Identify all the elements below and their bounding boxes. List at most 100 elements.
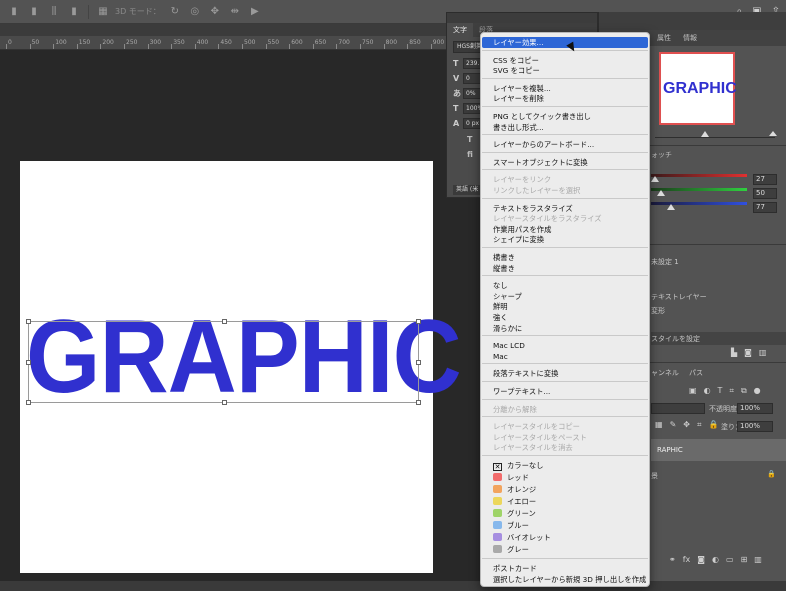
transform-handle-top-right[interactable] bbox=[416, 319, 421, 324]
lock-position-icon[interactable]: ✥ bbox=[683, 420, 690, 430]
menu-item[interactable]: ワープテキスト... bbox=[493, 386, 550, 397]
menu-item[interactable]: SVG をコピー bbox=[493, 65, 540, 76]
menu-item[interactable]: グレー bbox=[493, 544, 529, 555]
lock-pixels-icon[interactable]: ▦ bbox=[655, 420, 663, 430]
camera-icon[interactable]: ◙ bbox=[744, 348, 752, 357]
menu-item[interactable]: シェイプに変換 bbox=[493, 234, 544, 245]
filter-type-icon[interactable]: T bbox=[718, 386, 723, 396]
blue-value-field[interactable]: 77 bbox=[753, 202, 777, 213]
scale-3d-icon[interactable]: ▶ bbox=[249, 6, 261, 18]
blue-slider-handle[interactable] bbox=[667, 204, 675, 210]
layer-row-text[interactable]: RAPHIC bbox=[651, 439, 786, 461]
drag-3d-icon[interactable]: ✥ bbox=[209, 6, 221, 18]
red-slider[interactable] bbox=[651, 174, 747, 177]
filter-shape-icon[interactable]: ⌗ bbox=[729, 386, 734, 396]
menu-item[interactable]: 選択したレイヤーから新規 3D 押し出しを作成 bbox=[493, 574, 646, 585]
menu-item[interactable]: 強く bbox=[493, 312, 508, 323]
align-right-icon[interactable]: ▮ bbox=[68, 6, 80, 18]
new-layer-icon[interactable]: ⊞ bbox=[741, 555, 748, 564]
navigator-thumbnail[interactable]: GRAPHIC bbox=[659, 52, 737, 125]
menu-item[interactable]: 縦書き bbox=[493, 263, 515, 274]
transform-handle-bottom-right[interactable] bbox=[416, 400, 421, 405]
adjustment-layer-icon[interactable]: ◐ bbox=[712, 555, 719, 564]
menu-item[interactable]: Mac bbox=[493, 351, 508, 362]
adjustment-icon[interactable]: ▙ bbox=[731, 348, 737, 357]
canvas-area[interactable]: GRAPHIC bbox=[0, 50, 462, 581]
blend-mode-select[interactable] bbox=[651, 403, 705, 414]
menu-item[interactable]: レイヤーからのアートボード... bbox=[493, 139, 594, 150]
lock-all-icon[interactable]: 🔒 bbox=[708, 420, 718, 430]
menu-item[interactable]: ポストカード bbox=[493, 563, 537, 574]
rotate-3d-icon[interactable]: ↻ bbox=[169, 6, 181, 18]
tab-character[interactable]: 文字 bbox=[447, 23, 473, 37]
menu-item[interactable]: CSS をコピー bbox=[493, 55, 539, 66]
background-layer-name[interactable]: 景 bbox=[651, 471, 658, 481]
trash-icon[interactable]: ▥ bbox=[759, 348, 767, 357]
menu-item[interactable]: 滑らかに bbox=[493, 323, 522, 334]
style-button[interactable]: スタイルを設定 bbox=[651, 332, 786, 345]
tab-info[interactable]: 情報 bbox=[683, 33, 697, 43]
align-left-icon[interactable]: ▮ bbox=[8, 6, 20, 18]
zoom-max-icon[interactable] bbox=[769, 131, 777, 136]
menu-item[interactable]: レッド bbox=[493, 472, 529, 483]
align-center-icon[interactable]: ▮ bbox=[28, 6, 40, 18]
filter-toggle-icon[interactable]: ● bbox=[754, 386, 761, 396]
opacity-field[interactable]: 100% bbox=[737, 403, 773, 414]
zoom-slider-handle[interactable] bbox=[701, 131, 709, 137]
green-slider[interactable] bbox=[651, 188, 747, 191]
zoom-slider-track[interactable] bbox=[655, 137, 775, 138]
menu-item[interactable]: イエロー bbox=[493, 496, 536, 507]
red-value-field[interactable]: 27 bbox=[753, 174, 777, 185]
font-family-field[interactable]: HGS創英 bbox=[453, 41, 483, 53]
transform-handle-top-left[interactable] bbox=[26, 319, 31, 324]
menu-item[interactable]: 横書き bbox=[493, 252, 515, 263]
menu-item[interactable]: PNG としてクイック書き出し bbox=[493, 111, 591, 122]
menu-item[interactable]: バイオレット bbox=[493, 532, 551, 543]
menu-item[interactable]: レイヤーを複製... bbox=[493, 83, 551, 94]
filter-adjust-icon[interactable]: ◐ bbox=[704, 386, 711, 396]
distribute-icon[interactable]: ⫼ bbox=[48, 6, 60, 18]
menu-item[interactable]: シャープ bbox=[493, 291, 522, 302]
panel-header[interactable] bbox=[447, 13, 597, 23]
menu-item[interactable]: スマートオブジェクトに変換 bbox=[493, 157, 588, 168]
tab-channels[interactable]: ャンネル bbox=[651, 368, 679, 378]
menu-item[interactable]: テキストをラスタライズ bbox=[493, 203, 573, 214]
red-slider-handle[interactable] bbox=[651, 176, 659, 182]
lock-artboard-icon[interactable]: ⌗ bbox=[697, 420, 702, 430]
green-value-field[interactable]: 50 bbox=[753, 188, 777, 199]
filter-pixel-icon[interactable]: ▣ bbox=[689, 386, 697, 396]
menu-item[interactable]: グリーン bbox=[493, 508, 536, 519]
link-icon[interactable]: ⚭ bbox=[669, 555, 676, 564]
trash-icon[interactable]: ▥ bbox=[754, 555, 762, 564]
grid-icon[interactable]: ▦ bbox=[97, 6, 109, 18]
tab-paths[interactable]: パス bbox=[689, 368, 703, 378]
menu-item[interactable]: Mac LCD bbox=[493, 340, 525, 351]
lock-paint-icon[interactable]: ✎ bbox=[670, 420, 677, 430]
menu-item[interactable]: オレンジ bbox=[493, 484, 536, 495]
fill-field[interactable]: 100% bbox=[737, 421, 773, 432]
mask-icon[interactable]: ◙ bbox=[697, 555, 705, 564]
transform-handle-top[interactable] bbox=[222, 319, 227, 324]
roll-3d-icon[interactable]: ◎ bbox=[189, 6, 201, 18]
transform-bounding-box[interactable] bbox=[26, 319, 421, 405]
transform-handle-bottom-left[interactable] bbox=[26, 400, 31, 405]
menu-item[interactable]: ✕ カラーなし bbox=[493, 460, 543, 471]
menu-item[interactable]: 書き出し形式... bbox=[493, 122, 544, 133]
green-slider-handle[interactable] bbox=[657, 190, 665, 196]
menu-item[interactable]: 段落テキストに変換 bbox=[493, 368, 558, 379]
language-field[interactable]: 英語 (米 bbox=[453, 185, 483, 195]
menu-item[interactable]: なし bbox=[493, 280, 508, 291]
tab-swatches[interactable]: ォッチ bbox=[651, 150, 672, 160]
tab-properties[interactable]: 属性 bbox=[657, 33, 671, 43]
transform-handle-right[interactable] bbox=[416, 360, 421, 365]
transform-handle-left[interactable] bbox=[26, 360, 31, 365]
menu-item[interactable]: 作業用パスを作成 bbox=[493, 224, 551, 235]
folder-icon[interactable]: ▭ bbox=[726, 555, 734, 564]
menu-item[interactable]: レイヤー効果... bbox=[482, 37, 648, 48]
transform-handle-bottom[interactable] bbox=[222, 400, 227, 405]
blue-slider[interactable] bbox=[651, 202, 747, 205]
fx-icon[interactable]: fx bbox=[683, 555, 691, 564]
filter-smart-icon[interactable]: ⧉ bbox=[741, 386, 747, 396]
menu-item[interactable]: 鮮明 bbox=[493, 301, 508, 312]
document-canvas[interactable]: GRAPHIC bbox=[20, 161, 462, 573]
